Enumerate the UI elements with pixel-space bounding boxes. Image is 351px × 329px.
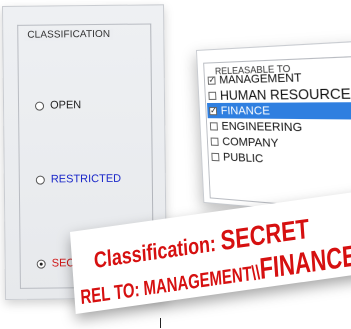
release-item-label: HUMAN RESOURCES [219, 85, 351, 103]
release-item-finance[interactable]: ✓ FINANCE [207, 102, 351, 120]
release-item-label: MANAGEMENT [218, 71, 302, 87]
checkbox-human-resources[interactable] [208, 91, 217, 100]
text-cursor [160, 318, 161, 328]
release-item-label: ENGINEERING [221, 119, 303, 134]
radio-open-indicator[interactable] [34, 101, 45, 111]
releasable-to-panel: RELEASABLE TO ✓ MANAGEMENT HUMAN RESOURC… [196, 39, 351, 221]
radio-open[interactable]: OPEN [34, 99, 82, 112]
releasable-to-list: ✓ MANAGEMENT HUMAN RESOURCES ✓ FINANCE E… [206, 67, 351, 173]
release-item-label: COMPANY [222, 135, 279, 150]
radio-restricted-indicator[interactable] [35, 175, 45, 185]
checkbox-management[interactable]: ✓ [207, 75, 216, 85]
checkbox-engineering[interactable] [209, 121, 218, 131]
radio-secret-indicator[interactable] [36, 259, 46, 269]
radio-restricted[interactable]: RESTRICTED [35, 172, 122, 186]
release-item-human-resources[interactable]: HUMAN RESOURCES [206, 84, 351, 103]
checkbox-public[interactable] [211, 152, 220, 161]
classification-legend: CLASSIFICATION [24, 28, 114, 41]
release-item-label: FINANCE [220, 104, 271, 118]
checkbox-company[interactable] [210, 137, 219, 146]
radio-open-label: OPEN [49, 99, 82, 112]
checkbox-finance[interactable]: ✓ [209, 106, 218, 115]
radio-restricted-label: RESTRICTED [50, 172, 122, 186]
release-item-label: PUBLIC [222, 150, 264, 166]
